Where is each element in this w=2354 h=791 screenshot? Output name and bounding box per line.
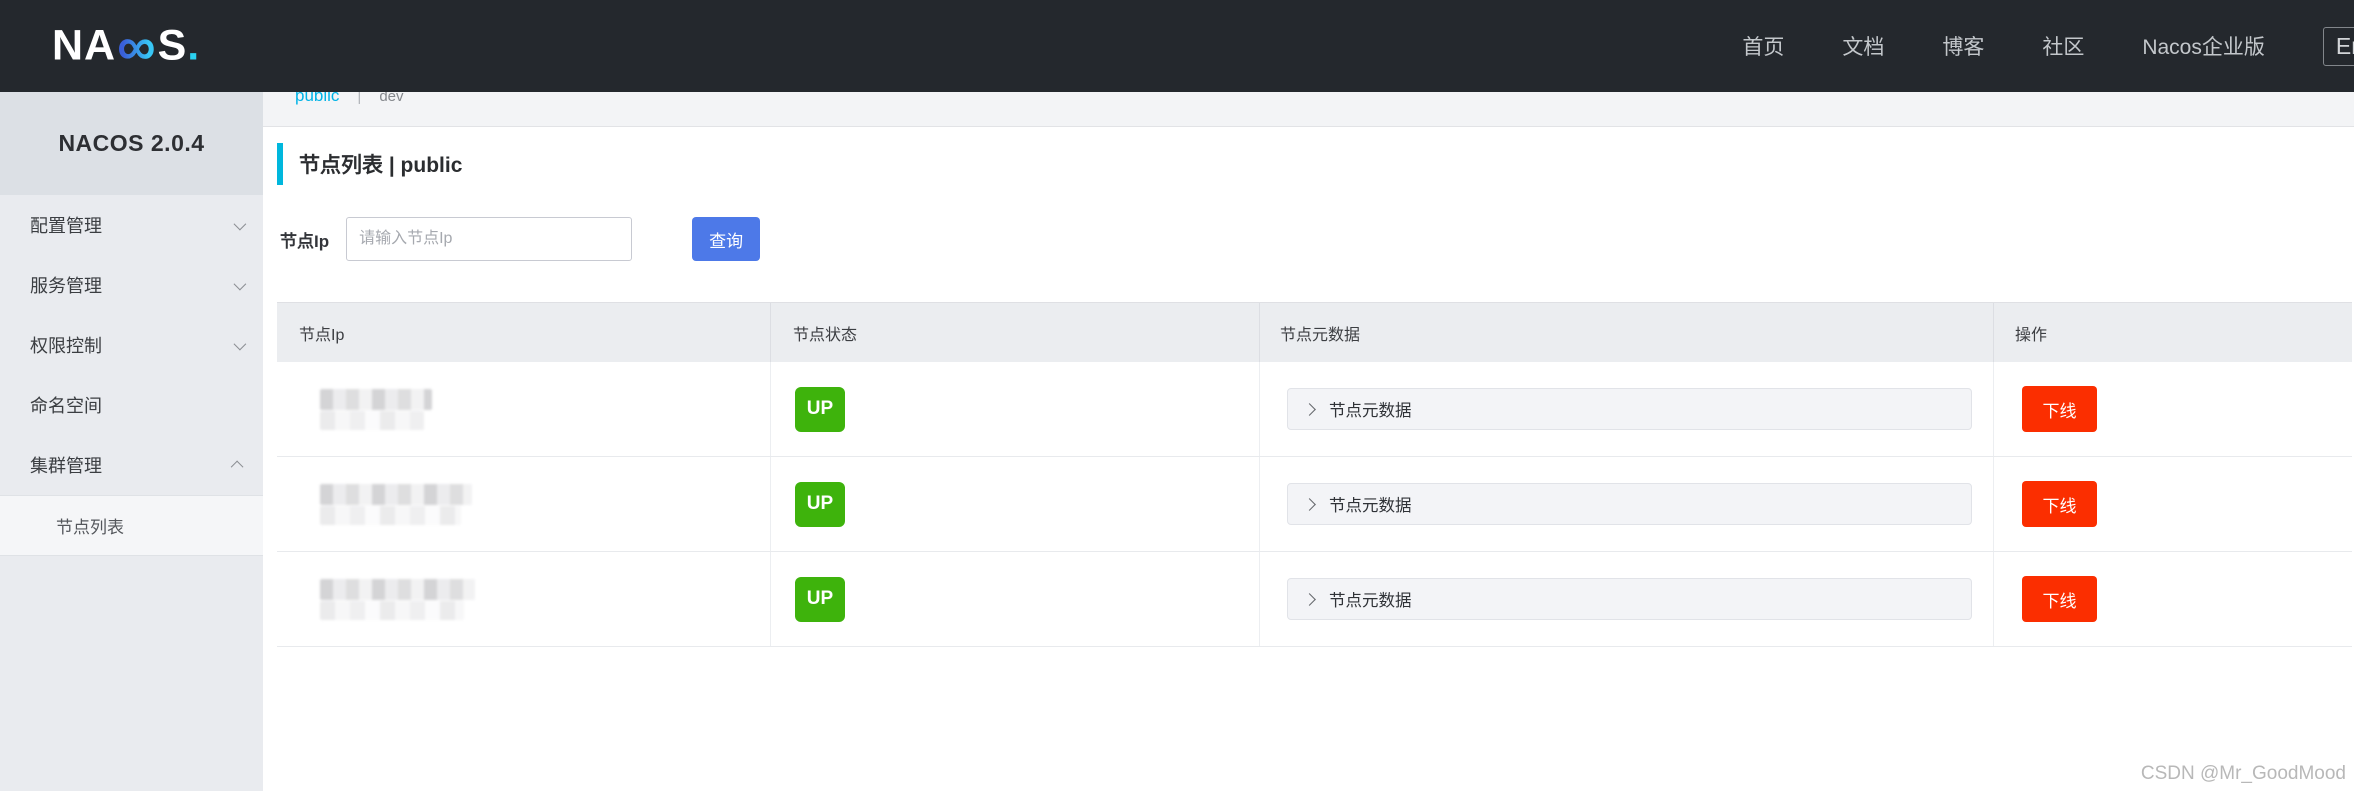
status-badge: UP bbox=[795, 577, 845, 622]
infinity-icon: ∞ bbox=[117, 17, 157, 77]
column-header-node-ip: 节点Ip bbox=[277, 303, 771, 362]
namespace-separator: | bbox=[357, 92, 361, 105]
sidebar-menu: 配置管理 服务管理 权限控制 命名空间 集群管理 节点列表 bbox=[0, 195, 263, 556]
actions-cell: 下线 bbox=[1994, 457, 2352, 551]
logo-dot: . bbox=[187, 22, 200, 70]
metadata-expand-panel[interactable]: 节点元数据 bbox=[1287, 388, 1972, 430]
sidebar-item-label: 服务管理 bbox=[30, 272, 102, 298]
node-status-cell: UP bbox=[771, 362, 1260, 456]
offline-button[interactable]: 下线 bbox=[2022, 481, 2097, 527]
column-header-node-metadata: 节点元数据 bbox=[1260, 303, 1994, 362]
sidebar-item-label: 配置管理 bbox=[30, 212, 102, 238]
nav-link-community[interactable]: 社区 bbox=[2042, 31, 2084, 61]
chevron-down-icon bbox=[234, 217, 247, 230]
status-badge: UP bbox=[795, 387, 845, 432]
offline-button[interactable]: 下线 bbox=[2022, 386, 2097, 432]
node-ip-cell bbox=[277, 457, 771, 551]
nav-link-enterprise[interactable]: Nacos企业版 bbox=[2142, 31, 2265, 61]
sidebar-item-label: 权限控制 bbox=[30, 332, 102, 358]
node-ip-label: 节点Ip bbox=[280, 227, 329, 252]
node-status-cell: UP bbox=[771, 552, 1260, 646]
node-ip-redacted bbox=[320, 579, 475, 620]
table-row: UP 节点元数据 下线 bbox=[277, 552, 2352, 647]
column-header-node-status: 节点状态 bbox=[771, 303, 1260, 362]
actions-cell: 下线 bbox=[1994, 362, 2352, 456]
node-metadata-cell: 节点元数据 bbox=[1260, 457, 1994, 551]
metadata-expand-panel[interactable]: 节点元数据 bbox=[1287, 578, 1972, 620]
namespace-tab-public[interactable]: public bbox=[295, 92, 339, 106]
navbar-links: 首页 文档 博客 社区 Nacos企业版 En bbox=[1742, 0, 2354, 92]
app-root: NA∞S. 首页 文档 博客 社区 Nacos企业版 En NACOS 2.0.… bbox=[0, 0, 2354, 791]
table-row: UP 节点元数据 下线 bbox=[277, 362, 2352, 457]
metadata-expand-panel[interactable]: 节点元数据 bbox=[1287, 483, 1972, 525]
nav-link-docs[interactable]: 文档 bbox=[1842, 31, 1884, 61]
column-header-actions: 操作 bbox=[1994, 321, 2352, 345]
chevron-down-icon bbox=[234, 337, 247, 350]
query-button[interactable]: 查询 bbox=[692, 217, 760, 261]
sidebar-item-cluster-management[interactable]: 集群管理 bbox=[0, 435, 263, 495]
logo-text-s: S bbox=[158, 22, 188, 70]
main-content: 节点列表 | public 节点Ip 查询 节点Ip 节点状态 节点元数据 操作… bbox=[263, 127, 2354, 791]
sidebar-item-namespace[interactable]: 命名空间 bbox=[0, 375, 263, 435]
sidebar-item-label: 命名空间 bbox=[30, 392, 102, 418]
status-badge: UP bbox=[795, 482, 845, 527]
table-header-row: 节点Ip 节点状态 节点元数据 操作 bbox=[277, 302, 2352, 362]
chevron-right-icon bbox=[1303, 498, 1316, 511]
namespace-tab-dev[interactable]: dev bbox=[379, 92, 403, 105]
nav-link-blog[interactable]: 博客 bbox=[1942, 31, 1984, 61]
metadata-label: 节点元数据 bbox=[1329, 492, 1412, 516]
chevron-down-icon bbox=[234, 277, 247, 290]
sidebar-subitem-label: 节点列表 bbox=[56, 513, 124, 538]
page-title-block: 节点列表 | public bbox=[277, 143, 462, 185]
nacos-logo[interactable]: NA∞S. bbox=[52, 22, 200, 71]
sidebar-version-title: NACOS 2.0.4 bbox=[0, 92, 263, 195]
title-accent-bar bbox=[277, 143, 283, 185]
node-status-cell: UP bbox=[771, 457, 1260, 551]
node-metadata-cell: 节点元数据 bbox=[1260, 552, 1994, 646]
page-title: 节点列表 | public bbox=[299, 149, 462, 179]
node-metadata-cell: 节点元数据 bbox=[1260, 362, 1994, 456]
node-ip-redacted bbox=[320, 484, 472, 525]
node-table: 节点Ip 节点状态 节点元数据 操作 UP 节点元数据 bbox=[277, 302, 2352, 647]
logo-text: NA bbox=[52, 22, 116, 70]
metadata-label: 节点元数据 bbox=[1329, 397, 1412, 421]
offline-button[interactable]: 下线 bbox=[2022, 576, 2097, 622]
csdn-watermark: CSDN @Mr_GoodMood bbox=[2141, 763, 2346, 785]
sidebar-subitem-node-list[interactable]: 节点列表 bbox=[0, 495, 263, 556]
search-row: 节点Ip 查询 bbox=[280, 217, 760, 261]
table-row: UP 节点元数据 下线 bbox=[277, 457, 2352, 552]
chevron-up-icon bbox=[231, 460, 244, 473]
top-navbar: NA∞S. 首页 文档 博客 社区 Nacos企业版 En bbox=[0, 0, 2354, 92]
node-ip-cell bbox=[277, 362, 771, 456]
sidebar-item-config-management[interactable]: 配置管理 bbox=[0, 195, 263, 255]
sidebar: NACOS 2.0.4 配置管理 服务管理 权限控制 命名空间 集群管理 bbox=[0, 92, 263, 791]
sidebar-item-service-management[interactable]: 服务管理 bbox=[0, 255, 263, 315]
node-ip-redacted bbox=[320, 389, 432, 430]
actions-cell: 下线 bbox=[1994, 552, 2352, 646]
sidebar-item-label: 集群管理 bbox=[30, 452, 102, 478]
node-ip-cell bbox=[277, 552, 771, 646]
namespace-tabs: public | dev bbox=[263, 92, 2354, 106]
metadata-label: 节点元数据 bbox=[1329, 587, 1412, 611]
chevron-right-icon bbox=[1303, 403, 1316, 416]
node-ip-input[interactable] bbox=[346, 217, 632, 261]
sidebar-item-permission-control[interactable]: 权限控制 bbox=[0, 315, 263, 375]
language-toggle-button[interactable]: En bbox=[2323, 27, 2354, 66]
namespace-bar: public | dev bbox=[263, 92, 2354, 127]
nav-link-home[interactable]: 首页 bbox=[1742, 31, 1784, 61]
chevron-right-icon bbox=[1303, 593, 1316, 606]
